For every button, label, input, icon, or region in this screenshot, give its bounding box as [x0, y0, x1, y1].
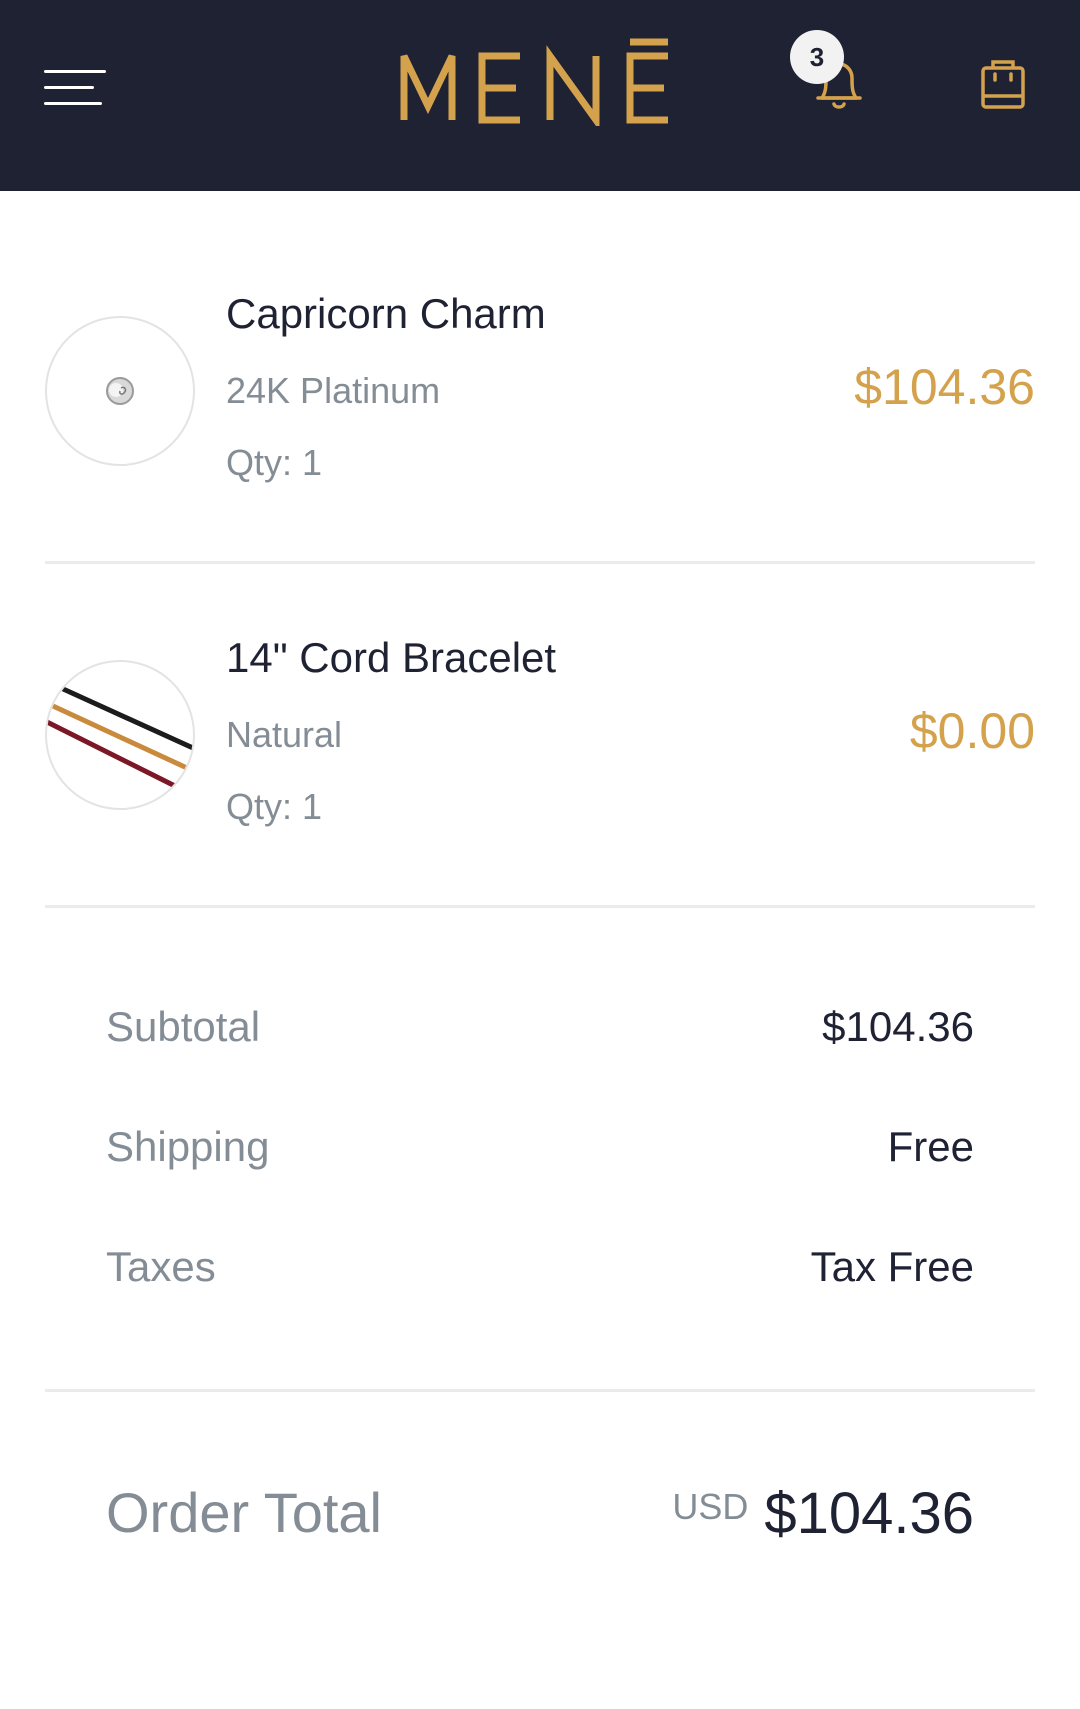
product-name[interactable]: 14" Cord Bracelet	[226, 634, 556, 682]
order-total-row: Order Total USD $104.36	[106, 1480, 974, 1560]
product-quantity: Qty: 1	[226, 786, 323, 827]
order-total-amount: $104.36	[764, 1481, 974, 1546]
subtotal-row: Subtotal $104.36	[106, 1003, 974, 1063]
notification-count-badge: 3	[790, 30, 844, 84]
taxes-label: Taxes	[106, 1243, 216, 1290]
shipping-value: Free	[887, 1123, 974, 1170]
product-variant: Natural	[226, 714, 343, 755]
menu-icon[interactable]	[44, 68, 106, 108]
subtotal-value: $104.36	[822, 1003, 974, 1050]
brand-logo[interactable]	[400, 36, 690, 126]
divider	[45, 1389, 1035, 1392]
divider	[45, 561, 1035, 564]
app-header: 3	[0, 0, 1080, 191]
notifications-button[interactable]: 3	[790, 30, 870, 115]
order-total-label: Order Total	[106, 1481, 382, 1544]
product-name[interactable]: Capricorn Charm	[226, 290, 546, 338]
taxes-row: Taxes Tax Free	[106, 1243, 974, 1303]
shopping-bag-icon[interactable]	[980, 56, 1026, 110]
order-total-value: USD $104.36	[672, 1480, 974, 1547]
cart-item[interactable]: Capricorn Charm 24K Platinum Qty: 1 $104…	[45, 290, 1035, 490]
cart-item[interactable]: 14" Cord Bracelet Natural Qty: 1 $0.00	[45, 634, 1035, 834]
product-price: $104.36	[854, 359, 1035, 415]
divider	[45, 905, 1035, 908]
subtotal-label: Subtotal	[106, 1003, 261, 1050]
product-thumbnail[interactable]	[45, 660, 195, 810]
shipping-row: Shipping Free	[106, 1123, 974, 1183]
product-thumbnail[interactable]	[45, 316, 195, 466]
product-variant: 24K Platinum	[226, 370, 441, 411]
product-price: $0.00	[909, 703, 1035, 759]
taxes-value: Tax Free	[810, 1243, 974, 1290]
shipping-label: Shipping	[106, 1123, 270, 1170]
product-quantity: Qty: 1	[226, 442, 323, 483]
order-total-currency: USD	[672, 1486, 749, 1527]
